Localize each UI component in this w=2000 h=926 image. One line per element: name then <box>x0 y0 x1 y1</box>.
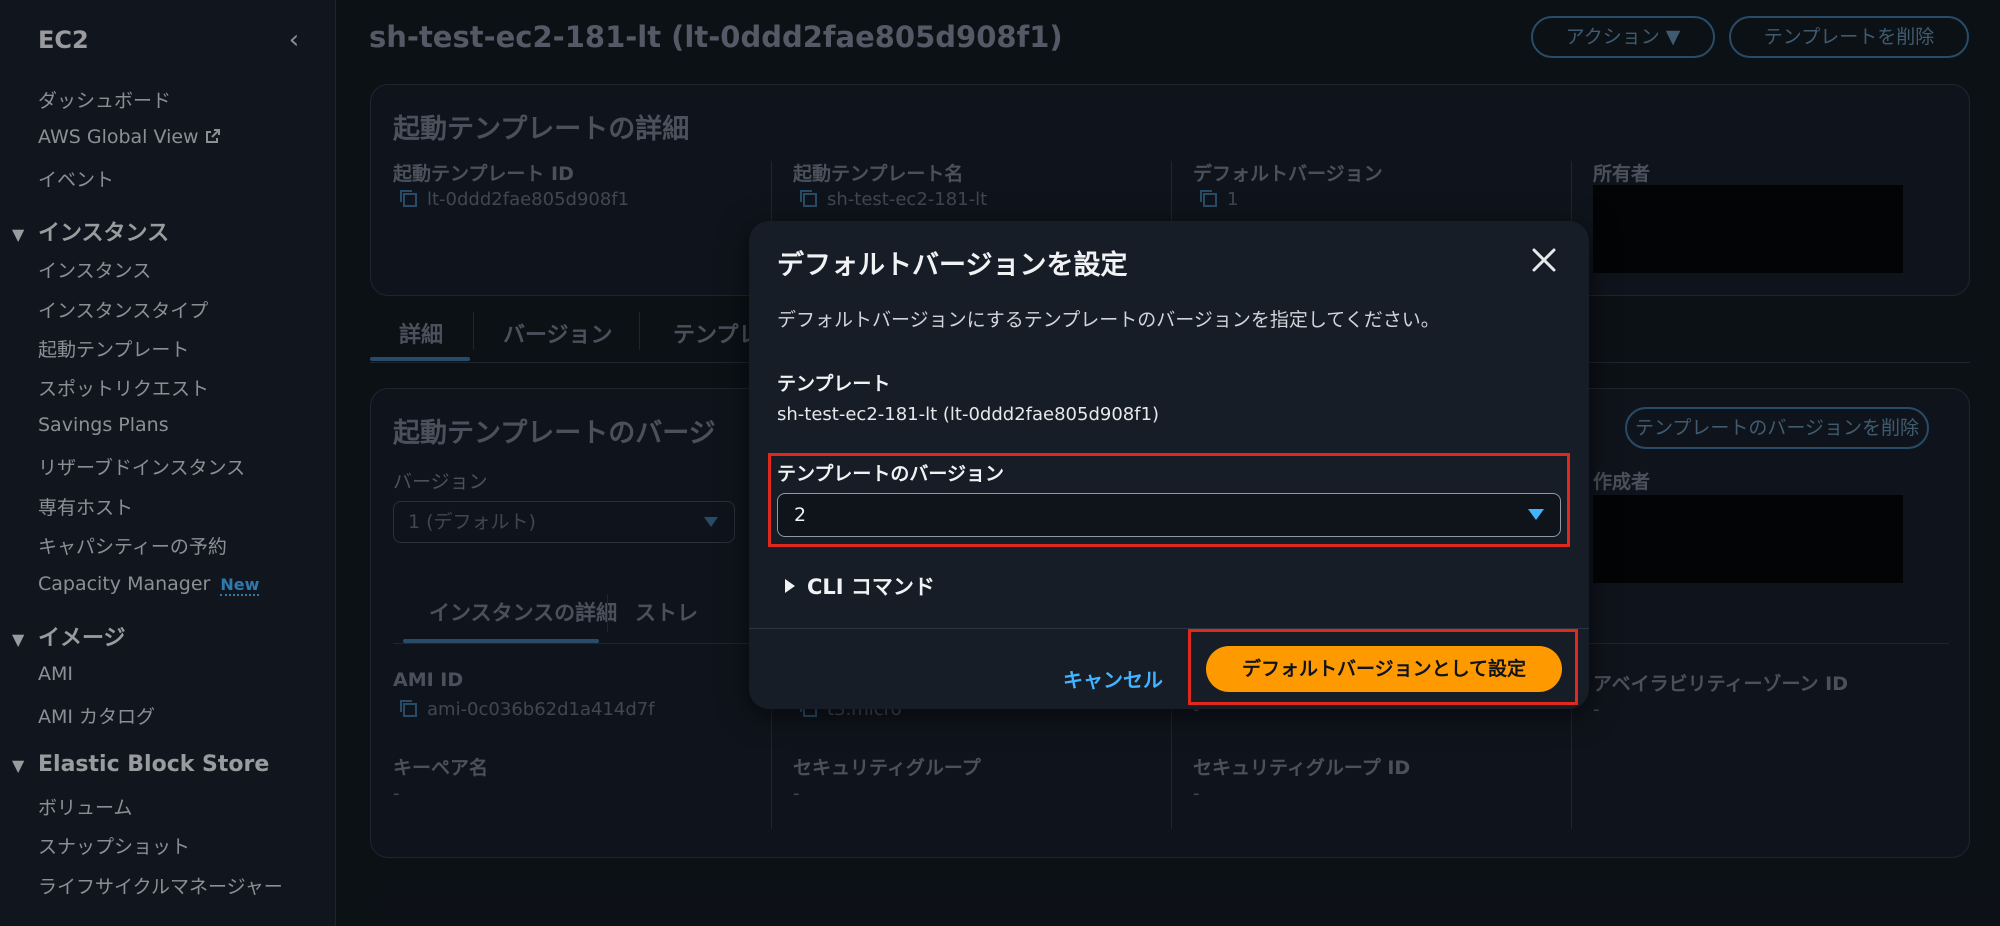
template-version-label: テンプレートのバージョン <box>777 463 1005 485</box>
caret-down-icon <box>1528 509 1544 520</box>
cli-command-label: CLI コマンド <box>807 575 935 599</box>
modal-description: デフォルトバージョンにするテンプレートのバージョンを指定してください。 <box>777 309 1440 331</box>
set-default-version-modal: デフォルトバージョンを設定 デフォルトバージョンにするテンプレートのバージョンを… <box>749 221 1589 709</box>
template-label: テンプレート <box>777 373 891 395</box>
template-value: sh-test-ec2-181-lt (lt-0ddd2fae805d908f1… <box>777 404 1160 425</box>
modal-title: デフォルトバージョンを設定 <box>777 250 1128 281</box>
template-version-select[interactable]: 2 <box>777 493 1561 537</box>
close-icon[interactable] <box>1529 245 1559 275</box>
cli-command-toggle[interactable]: CLI コマンド <box>785 571 935 601</box>
set-default-version-button[interactable]: デフォルトバージョンとして設定 <box>1206 646 1562 692</box>
template-version-value: 2 <box>794 504 807 526</box>
caret-right-icon <box>785 579 795 593</box>
cancel-button[interactable]: キャンセル <box>1049 658 1177 702</box>
